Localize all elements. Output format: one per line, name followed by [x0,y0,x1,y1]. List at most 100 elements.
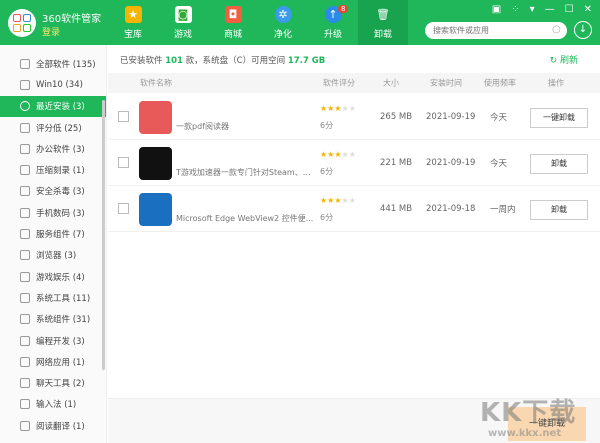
watermark-url: www.kkx.net [488,428,562,439]
sidebar-item-label: 服务组件 (7) [36,230,85,241]
search-icon[interactable]: ○ [552,24,561,35]
col-size: 大小 [383,78,399,88]
sidebar-item-label: 浏览器 (3) [36,251,77,262]
trash-icon: 🗑 [376,7,390,21]
refresh-button[interactable]: ↻ 刷新 [550,53,578,66]
sidebar-item-label: 全部软件 (135) [36,59,96,70]
login-link[interactable]: 登录 [42,25,60,38]
sidebar-item[interactable]: 游戏娱乐 (4) [0,266,106,287]
shopping-bag-icon: ◘ [224,5,242,23]
usage-freq: 今天 [490,159,508,169]
header: 360软件管家 登录 ★宝库◙游戏◘商城✲净化↑升级8🗑卸载 ○ ↓ ▣⁘▾—☐… [0,0,600,45]
sidebar-item[interactable]: 系统组件 (31) [0,309,106,330]
install-count: 101 [165,56,183,66]
nav-tab-5[interactable]: 🗑 卸载 [358,0,408,45]
sidebar-item[interactable]: 聊天工具 (2) [0,372,106,393]
app-desc: T游戏加速器一款专门针对Steam、Or... [176,168,316,177]
sidebar-item[interactable]: 编程开发 (3) [0,330,106,351]
category-icon [20,207,30,218]
apps-icon[interactable]: ⁘ [511,4,519,15]
nav-tab-4[interactable]: ↑ 升级 8 [308,0,358,45]
row-checkbox[interactable] [118,111,129,122]
menu-icon[interactable]: ▾ [530,4,535,15]
nav-label: 卸载 [373,29,392,40]
category-icon [20,292,30,303]
summary-prefix: 已安装软件 [120,56,163,66]
star-icon: ★ [124,5,142,23]
close-icon[interactable]: ✕ [584,4,592,15]
minimize-icon[interactable]: — [545,4,555,15]
nav-tab-0[interactable]: ★ 宝库 [108,0,158,45]
refresh-icon: ↻ [549,56,558,66]
table-row[interactable]: TT加速器 T游戏加速器一款专门针对Steam、Or... ★★★★★ 6分 2… [108,141,600,186]
skin-icon[interactable]: ▣ [492,4,501,15]
row-checkbox[interactable] [118,203,129,214]
sidebar-item-label: 网络应用 (1) [36,357,85,368]
uninstall-button[interactable]: 卸载 [530,200,588,220]
uninstall-button[interactable]: 一键卸载 [530,108,588,128]
sidebar-item-label: 手机数码 (3) [36,208,85,219]
sidebar-item[interactable]: 最近安装 (3) [0,95,106,117]
nav-tab-1[interactable]: ◙ 游戏 [158,0,208,45]
star-rating: ★★★★★ [320,196,356,205]
app-size: 265 MB [380,112,413,122]
download-icon[interactable]: ↓ [574,21,592,39]
nav-tab-3[interactable]: ✲ 净化 [258,0,308,45]
app-score: 6分 [320,121,334,130]
sidebar-item[interactable]: 系统工具 (11) [0,287,106,308]
table-header: 软件名称 软件评分 大小 安装时间 使用频率 操作 [108,73,600,93]
category-icon [20,420,30,431]
install-summary: 已安装软件 101 款，系统盘（C）可用空间 17.7 GB [120,54,325,66]
category-icon [20,143,30,154]
sidebar-item-label: 压缩刻录 (1) [36,166,85,177]
app-size: 441 MB [380,204,413,214]
table-row[interactable]: 即刻PDF阅读器被推广 一款pdf阅读器 ★★★★★ 6分 265 MB 202… [108,95,600,140]
table-row[interactable]: Microsoft Edge WebView2 Runtime Microsof… [108,187,600,232]
sidebar-item-label: 输入法 (1) [36,400,77,411]
sidebar-item-label: 游戏娱乐 (4) [36,272,85,283]
sidebar-item[interactable]: 压缩刻录 (1) [0,159,106,180]
sidebar-item[interactable]: 全部软件 (135) [0,53,106,74]
install-date: 2021-09-19 [426,112,476,122]
app-desc: Microsoft Edge WebView2 控件便... [176,214,314,223]
window-controls: ▣ ⁘ ▾ — ☐ ✕ [492,4,592,15]
sidebar-item[interactable]: 阅读翻译 (1) [0,415,106,436]
col-action: 操作 [548,78,564,88]
category-icon [20,335,30,346]
nav-label: 升级 [323,29,342,40]
category-icon [20,58,30,69]
sidebar-item-label: 系统组件 (31) [36,315,91,326]
sidebar-item[interactable]: 安全杀毒 (3) [0,181,106,202]
sidebar-item[interactable]: 服务组件 (7) [0,223,106,244]
maximize-icon[interactable]: ☐ [565,4,574,15]
gamepad-icon: ◙ [174,5,192,23]
sidebar-item[interactable]: 手机数码 (3) [0,202,106,223]
category-icon [20,79,30,90]
sidebar-item[interactable]: Win10 (34) [0,74,106,95]
col-rating: 软件评分 [323,78,355,88]
sidebar-item[interactable]: 网络应用 (1) [0,351,106,372]
category-icon [20,122,30,133]
summary-mid: 款，系统盘（C）可用空间 [185,56,286,66]
row-checkbox[interactable] [118,157,129,168]
watermark-logo: KK下载 [480,398,577,428]
sidebar-scrollbar[interactable] [102,100,105,370]
sidebar-item-label: 评分低 (25) [36,123,82,134]
sidebar-item-label: 系统工具 (11) [36,293,91,304]
uninstall-button[interactable]: 卸载 [530,154,588,174]
nav-tab-2[interactable]: ◘ 商城 [208,0,258,45]
sidebar-item[interactable]: 办公软件 (3) [0,138,106,159]
category-icon [20,229,30,240]
sidebar-item[interactable]: 浏览器 (3) [0,245,106,266]
category-icon [20,101,30,112]
sidebar-item[interactable]: 评分低 (25) [0,117,106,138]
nav-label: 宝库 [123,29,142,40]
star-rating: ★★★★★ [320,150,356,159]
category-icon [20,271,30,282]
sidebar-item[interactable]: 输入法 (1) [0,394,106,415]
category-icon [20,250,30,261]
sidebar-item-label: 安全杀毒 (3) [36,187,85,198]
search-input[interactable] [425,22,567,39]
refresh-label: 刷新 [559,56,578,66]
fan-icon: ✲ [274,5,292,23]
